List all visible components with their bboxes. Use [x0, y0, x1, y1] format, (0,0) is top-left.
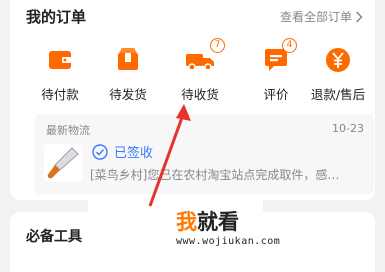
logistics-detail: [菜鸟乡村]您已在农村淘宝站点完成取件，感…: [90, 168, 340, 182]
order-pending-payment[interactable]: 待付款: [28, 42, 92, 103]
order-pending-payment-label: 待付款: [41, 87, 79, 102]
wallet-icon: [49, 51, 71, 69]
order-refund-aftersale-label: 退款/售后: [310, 87, 366, 102]
orders-card: 我的订单 查看全部订单 待付款 待发货 7 待收货 4 评价 退款/售后 最新物…: [10, 0, 375, 200]
order-pending-receipt[interactable]: 7 待收货: [168, 38, 232, 103]
watermark-url: www.wojiukan.com: [176, 236, 281, 247]
order-status-row: 待付款 待发货 7 待收货 4 评价 退款/售后: [10, 38, 375, 112]
order-review[interactable]: 4 评价: [244, 38, 308, 103]
package-icon: [118, 48, 138, 70]
watermark: 我就看 www.wojiukan.com: [88, 200, 280, 266]
logistics-label: 最新物流: [46, 124, 90, 137]
order-pending-shipment[interactable]: 待发货: [96, 42, 160, 103]
tools-title: 必备工具: [26, 229, 82, 245]
orders-title: 我的订单: [26, 8, 87, 26]
check-circle-icon: [92, 143, 108, 160]
delivery-status-text: 已签收: [114, 146, 154, 161]
order-pending-shipment-label: 待发货: [109, 87, 147, 102]
order-pending-receipt-label: 待收货: [181, 87, 219, 102]
refund-icon: [326, 48, 350, 72]
order-review-label: 评价: [263, 87, 289, 102]
logistics-date: 10-23: [332, 122, 364, 135]
view-all-orders-link[interactable]: 查看全部订单: [280, 8, 363, 25]
order-refund-aftersale[interactable]: 退款/售后: [306, 42, 370, 103]
watermark-logo: 我就看: [176, 206, 239, 236]
watermark-char: 我: [176, 210, 197, 234]
view-all-orders-label: 查看全部订单: [279, 10, 352, 24]
pending-receipt-badge: 7: [210, 38, 225, 53]
watermark-text: 就看: [197, 210, 239, 234]
latest-logistics[interactable]: 最新物流 10-23 已签收 [菜鸟乡村]您已在农村淘宝站点完成取件，感…: [34, 114, 374, 194]
truck-icon: [186, 54, 214, 71]
review-badge: 4: [282, 38, 297, 53]
chevron-right-icon: [355, 10, 363, 23]
product-thumbnail: [44, 144, 82, 182]
knife-icon: [47, 147, 79, 179]
delivery-status: 已签收: [92, 142, 153, 161]
